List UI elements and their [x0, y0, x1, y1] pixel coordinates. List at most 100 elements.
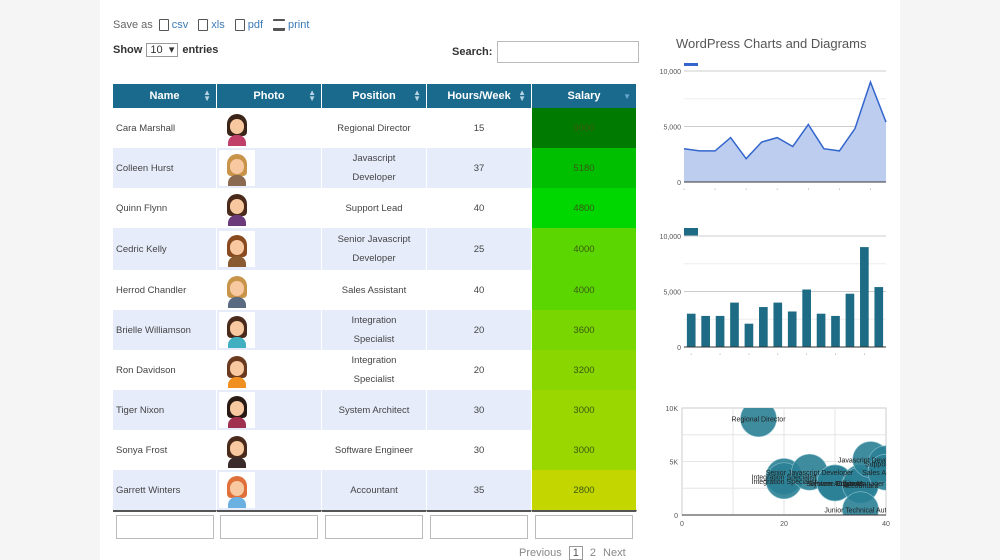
x-tick-label: · [748, 351, 750, 358]
cell-hours: 30 [427, 390, 532, 430]
x-tick-label: 40 [882, 521, 890, 528]
table-row[interactable]: Herrod Chandler Sales Assistant 40 4000 [113, 270, 637, 310]
avatar [224, 235, 250, 267]
search-control: Search: [452, 41, 640, 63]
export-csv-link[interactable]: csv [158, 19, 188, 31]
cell-salary: 3600 [532, 310, 637, 350]
bar [831, 315, 840, 347]
table-row[interactable]: Colleen Hurst Javascript Developer 37 5180 [113, 148, 637, 188]
cell-hours: 25 [427, 228, 532, 270]
avatar [224, 356, 250, 388]
employee-table: Name ▲ ▼ Photo ▲ ▼ Position ▲ ▼ Hours/Week ▲ ▼ S… [113, 84, 637, 542]
cell-photo [217, 188, 322, 228]
cell-name: Herrod Chandler [113, 270, 217, 310]
cell-salary: 9000 [532, 108, 637, 148]
column-header-photo[interactable]: Photo ▲ ▼ [217, 84, 322, 108]
cell-photo [217, 270, 322, 310]
column-header-salary[interactable]: Salary ▼ [532, 84, 637, 108]
column-header-position[interactable]: Position ▲ ▼ [322, 84, 427, 108]
bar-chart: 0 5,000 10,000 · · · · · · · [660, 228, 886, 358]
cell-salary: 2800 [532, 470, 637, 510]
cell-position: System Architect [322, 390, 427, 430]
sort-icon: ▲ ▼ [518, 88, 526, 103]
bar [816, 313, 826, 347]
next-button[interactable]: Next [603, 547, 626, 559]
x-tick-label: · [719, 351, 721, 358]
cell-salary: 5180 [532, 148, 637, 188]
bar [686, 313, 696, 347]
y-tick-label: 0 [674, 513, 678, 520]
cell-hours: 40 [427, 270, 532, 310]
cell-hours: 20 [427, 310, 532, 350]
bar [744, 323, 754, 347]
cell-salary: 4000 [532, 270, 637, 310]
printer-icon [273, 19, 285, 31]
avatar [224, 114, 250, 146]
filter-position-input[interactable] [325, 515, 423, 539]
page-button-2[interactable]: 2 [590, 547, 596, 559]
column-header-hours[interactable]: Hours/Week ▲ ▼ [427, 84, 532, 108]
cell-photo [217, 350, 322, 390]
cell-name: Tiger Nixon [113, 390, 217, 430]
column-header-name[interactable]: Name ▲ ▼ [113, 84, 217, 108]
export-toolbar: Save as csv xls pdf print [113, 19, 313, 31]
avatar [224, 396, 250, 428]
table-row[interactable]: Brielle Williamson Integration Specialist… [113, 310, 637, 350]
table-row[interactable]: Cedric Kelly Senior Javascript Developer 2… [113, 228, 637, 270]
area-fill [684, 82, 886, 182]
y-tick-label: 0 [677, 180, 681, 187]
search-input[interactable] [497, 41, 640, 63]
print-link[interactable]: print [273, 19, 309, 31]
filter-salary-input[interactable] [535, 515, 633, 539]
cell-salary: 4000 [532, 228, 637, 270]
sort-icon: ▲ ▼ [413, 88, 421, 103]
table-row[interactable]: Tiger Nixon System Architect 30 3000 [113, 390, 637, 430]
avatar [224, 276, 250, 308]
page-button-1[interactable]: 1 [568, 546, 583, 560]
bar [773, 302, 783, 347]
avatar [224, 316, 250, 348]
cell-photo [217, 310, 322, 350]
csv-file-icon [158, 19, 169, 31]
entries-select[interactable]: 10 ▾ [146, 43, 179, 57]
x-tick-label: · [776, 186, 778, 193]
previous-button[interactable]: Previous [519, 547, 562, 559]
filter-photo-input[interactable] [220, 515, 318, 539]
x-tick-label: · [807, 186, 809, 193]
avatar [224, 154, 250, 186]
cell-hours: 40 [427, 188, 532, 228]
table-row[interactable]: Quinn Flynn Support Lead 40 4800 [113, 188, 637, 228]
cell-position: Javascript Developer [322, 148, 427, 188]
filter-hours-input[interactable] [430, 515, 528, 539]
export-xls-link[interactable]: xls [198, 19, 225, 31]
cell-position: Senior Javascript Developer [322, 228, 427, 270]
table-row[interactable]: Cara Marshall Regional Director 15 9000 [113, 108, 637, 148]
cell-photo [217, 148, 322, 188]
cell-salary: 3000 [532, 430, 637, 470]
cell-hours: 37 [427, 148, 532, 188]
bubble-label: Senior Javascript Developer [766, 470, 854, 477]
table-row[interactable]: Ron Davidson Integration Specialist 20 3200 [113, 350, 637, 390]
bubble-label: Accountant [843, 483, 878, 490]
filter-name-input[interactable] [115, 515, 214, 539]
save-as-label: Save as [113, 19, 153, 31]
table-row[interactable]: Garrett Winters Accountant 35 2800 [113, 470, 637, 510]
cell-name: Cedric Kelly [113, 228, 217, 270]
y-tick-label: 5,000 [663, 125, 681, 132]
legend-swatch [684, 228, 698, 236]
cell-salary: 4800 [532, 188, 637, 228]
export-pdf-link[interactable]: pdf [234, 19, 263, 31]
search-label: Search: [452, 46, 493, 58]
cell-position: Integration Specialist [322, 350, 427, 390]
y-tick-label: 10,000 [660, 234, 682, 241]
x-tick-label: · [683, 186, 685, 193]
sort-desc-icon: ▼ [623, 92, 631, 101]
y-tick-label: 5K [669, 460, 678, 467]
bar [860, 247, 869, 347]
avatar [224, 436, 250, 468]
bar [845, 293, 855, 347]
show-label: Show [113, 44, 143, 56]
table-row[interactable]: Sonya Frost Software Engineer 30 3000 [113, 430, 637, 470]
bar [715, 315, 725, 347]
bubble-label: Regional Director [731, 417, 786, 424]
